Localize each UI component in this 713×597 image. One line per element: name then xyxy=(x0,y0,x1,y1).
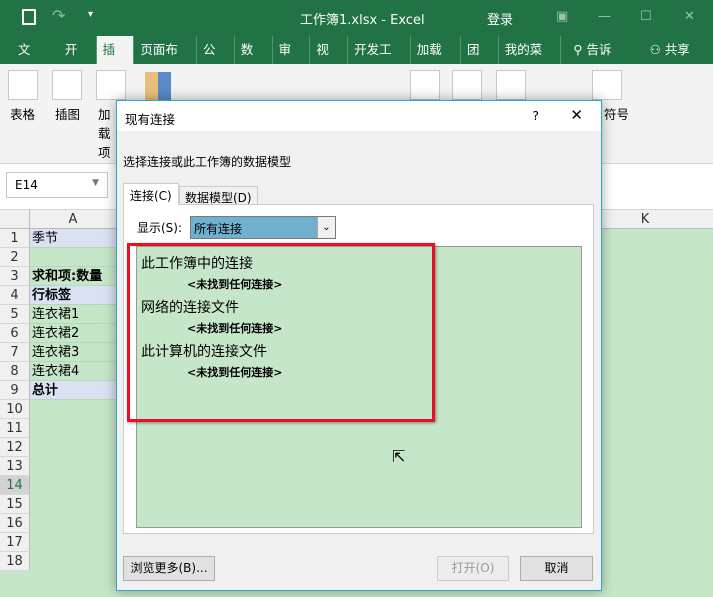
mouse-cursor-icon: ⇱ xyxy=(392,447,406,466)
row-header[interactable]: 2 xyxy=(0,248,30,267)
addins-icon[interactable] xyxy=(96,70,126,100)
row-header[interactable]: 15 xyxy=(0,495,30,514)
ribbon-display-icon[interactable]: ▣ xyxy=(556,9,568,24)
title-bar: ↷ ▾ 工作簿1.xlsx - Excel 登录 ▣ — ☐ ✕ xyxy=(0,0,713,36)
cell-a1[interactable]: 季节 xyxy=(30,229,116,248)
tab-insert[interactable]: 插入 xyxy=(96,36,135,85)
tab-data[interactable]: 数据 xyxy=(235,36,273,85)
close-icon[interactable]: ✕ xyxy=(684,9,695,24)
tab-home[interactable]: 开始 xyxy=(59,36,97,85)
row-header[interactable]: 10 xyxy=(0,400,30,419)
show-label: 显示(S): xyxy=(137,221,183,235)
omega-icon[interactable] xyxy=(592,70,622,100)
row-header[interactable]: 14 xyxy=(0,476,30,495)
cell-a9[interactable]: 总计 xyxy=(30,381,116,400)
row-header[interactable]: 4 xyxy=(0,286,30,305)
tab-review[interactable]: 审阅 xyxy=(273,36,311,85)
minimize-icon[interactable]: — xyxy=(598,9,611,24)
tab-data-model[interactable]: 数据模型(D) xyxy=(179,186,258,205)
select-all[interactable] xyxy=(0,210,30,229)
charts-icon[interactable] xyxy=(145,72,275,102)
help-button[interactable]: ? xyxy=(532,108,539,123)
cancel-button[interactable]: 取消 xyxy=(520,556,593,581)
tab-team[interactable]: 团队 xyxy=(461,36,499,85)
symbols-button[interactable]: 符号 xyxy=(604,104,629,123)
row-header[interactable]: 1 xyxy=(0,229,30,248)
redo-icon[interactable]: ↷ xyxy=(52,6,65,25)
row-header[interactable]: 11 xyxy=(0,419,30,438)
cell-a2[interactable] xyxy=(30,248,116,267)
ribbon-tabs: 文件 开始 插入 页面布局 公式 数据 审阅 视图 开发工具 加载项 团队 我的… xyxy=(0,36,713,85)
filter-icon[interactable] xyxy=(496,70,526,100)
table-button[interactable]: 表格 xyxy=(10,104,35,123)
row-header[interactable]: 6 xyxy=(0,324,30,343)
text-icon[interactable] xyxy=(452,70,482,100)
tab-formulas[interactable]: 公式 xyxy=(197,36,235,85)
row-header[interactable]: 17 xyxy=(0,533,30,552)
row-header[interactable]: 3 xyxy=(0,267,30,286)
row-header[interactable]: 8 xyxy=(0,362,30,381)
dialog-title-bar: 现有连接 ? ✕ xyxy=(117,101,601,131)
dialog-close-icon[interactable]: ✕ xyxy=(570,106,583,124)
column-header[interactable] xyxy=(690,210,713,229)
search-icon: ⚲ xyxy=(573,42,587,57)
chevron-down-icon: ▼ xyxy=(92,178,99,188)
addins-button[interactable]: 加载项 xyxy=(98,104,112,161)
tell-me-button[interactable]: ⚲ 告诉我 xyxy=(567,36,629,85)
tab-my-menu[interactable]: 我的菜单 xyxy=(499,36,562,85)
row-header[interactable]: 9 xyxy=(0,381,30,400)
open-button[interactable]: 打开(O) xyxy=(437,556,509,581)
dialog-subtitle: 选择连接或此工作簿的数据模型 xyxy=(123,155,292,169)
row-header[interactable]: 5 xyxy=(0,305,30,324)
illustrations-icon[interactable] xyxy=(52,70,82,100)
table-icon[interactable] xyxy=(8,70,38,100)
chevron-down-icon: ⌄ xyxy=(317,217,335,238)
browse-more-button[interactable]: 浏览更多(B)... xyxy=(123,556,215,581)
highlight-box xyxy=(127,243,435,422)
tab-connections[interactable]: 连接(C) xyxy=(123,183,179,205)
row-header[interactable]: 18 xyxy=(0,552,30,571)
row-header[interactable]: 13 xyxy=(0,457,30,476)
share-button[interactable]: ⚇ 共享(S) xyxy=(644,36,713,85)
maximize-icon[interactable]: ☐ xyxy=(640,9,652,24)
column-header-k[interactable]: K xyxy=(600,210,690,229)
cell-a3[interactable]: 求和项:数量 xyxy=(30,267,116,286)
user-icon: ⚇ xyxy=(649,42,665,57)
show-select[interactable]: 所有连接 ⌄ xyxy=(190,216,336,239)
row-header[interactable]: 7 xyxy=(0,343,30,362)
tab-addins[interactable]: 加载项 xyxy=(411,36,461,85)
cell-a5[interactable]: 连衣裙1 xyxy=(30,305,116,324)
cell-a8[interactable]: 连衣裙4 xyxy=(30,362,116,381)
name-box[interactable]: E14 ▼ xyxy=(6,172,108,198)
login-link[interactable]: 登录 xyxy=(487,9,513,28)
row-header[interactable]: 16 xyxy=(0,514,30,533)
sparklines-icon[interactable] xyxy=(410,70,440,100)
window-title: 工作簿1.xlsx - Excel xyxy=(300,13,425,28)
save-icon[interactable] xyxy=(22,9,36,25)
row-header[interactable]: 12 xyxy=(0,438,30,457)
column-header-a[interactable]: A xyxy=(30,210,116,229)
customize-qat-icon[interactable]: ▾ xyxy=(88,9,93,20)
tab-developer[interactable]: 开发工具 xyxy=(348,36,411,85)
existing-connections-dialog: 现有连接 ? ✕ 选择连接或此工作簿的数据模型 连接(C) 数据模型(D) 显示… xyxy=(116,100,602,591)
tab-file[interactable]: 文件 xyxy=(0,36,59,85)
tab-page-layout[interactable]: 页面布局 xyxy=(134,36,197,85)
dialog-title: 现有连接 xyxy=(125,112,176,127)
tab-view[interactable]: 视图 xyxy=(310,36,349,85)
cell-a6[interactable]: 连衣裙2 xyxy=(30,324,116,343)
illustrations-button[interactable]: 插图 xyxy=(55,104,80,123)
cell-a7[interactable]: 连衣裙3 xyxy=(30,343,116,362)
cell-a4[interactable]: 行标签 xyxy=(30,286,116,305)
